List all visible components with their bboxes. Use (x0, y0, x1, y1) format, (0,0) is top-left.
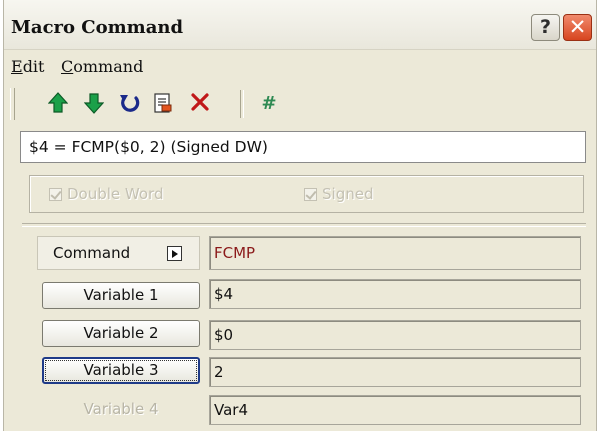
arrow-down-icon[interactable] (81, 92, 107, 116)
menu-edit-rest: dit (22, 57, 45, 76)
delete-icon[interactable] (187, 92, 213, 116)
macro-command-dialog: Macro Command ? ✕ Edit Command # $4 = FC… (3, 0, 597, 431)
undo-icon[interactable] (117, 92, 143, 116)
double-word-checkbox[interactable]: Double Word (49, 185, 163, 203)
variable-4-field[interactable]: Var4 (209, 395, 581, 425)
signed-check-icon (304, 187, 317, 201)
signed-label: Signed (322, 185, 374, 203)
menu-edit-mnemonic: E (11, 57, 23, 76)
arrow-up-icon[interactable] (45, 92, 71, 116)
command-value-field[interactable]: FCMP (209, 236, 581, 270)
command-button[interactable]: Command (37, 236, 200, 270)
variable-3-field[interactable]: 2 (209, 357, 581, 387)
help-button[interactable]: ? (531, 14, 560, 41)
options-group: Double Word Signed (29, 175, 584, 213)
variable-4-button: Variable 4 (42, 396, 200, 423)
menu-command-mnemonic: C (61, 57, 74, 76)
variable-1-button[interactable]: Variable 1 (42, 282, 200, 309)
expression-field[interactable]: $4 = FCMP($0, 2) (Signed DW) (20, 131, 586, 163)
menu-bar: Edit Command (4, 54, 596, 78)
double-word-label: Double Word (67, 185, 164, 203)
dialog-title: Macro Command (11, 17, 184, 38)
section-divider (22, 223, 586, 227)
variable-2-button[interactable]: Variable 2 (42, 320, 200, 347)
command-button-label: Command (53, 244, 131, 262)
document-icon[interactable] (150, 92, 176, 116)
variable-3-button[interactable]: Variable 3 (42, 357, 200, 384)
variable-1-field[interactable]: $4 (209, 279, 581, 309)
menu-command[interactable]: Command (61, 57, 143, 76)
double-word-check-icon (49, 187, 62, 201)
menu-edit[interactable]: Edit (11, 57, 44, 76)
signed-checkbox[interactable]: Signed (304, 185, 373, 203)
hash-icon[interactable]: # (256, 92, 282, 116)
close-button[interactable]: ✕ (563, 14, 592, 41)
menu-command-rest: ommand (73, 57, 144, 76)
submenu-arrow-icon (167, 246, 182, 261)
toolbar: # (4, 86, 596, 122)
variable-2-field[interactable]: $0 (209, 320, 581, 350)
title-bar[interactable]: Macro Command ? ✕ (4, 0, 596, 50)
toolbar-grip[interactable] (10, 88, 15, 120)
toolbar-separator (240, 90, 244, 118)
